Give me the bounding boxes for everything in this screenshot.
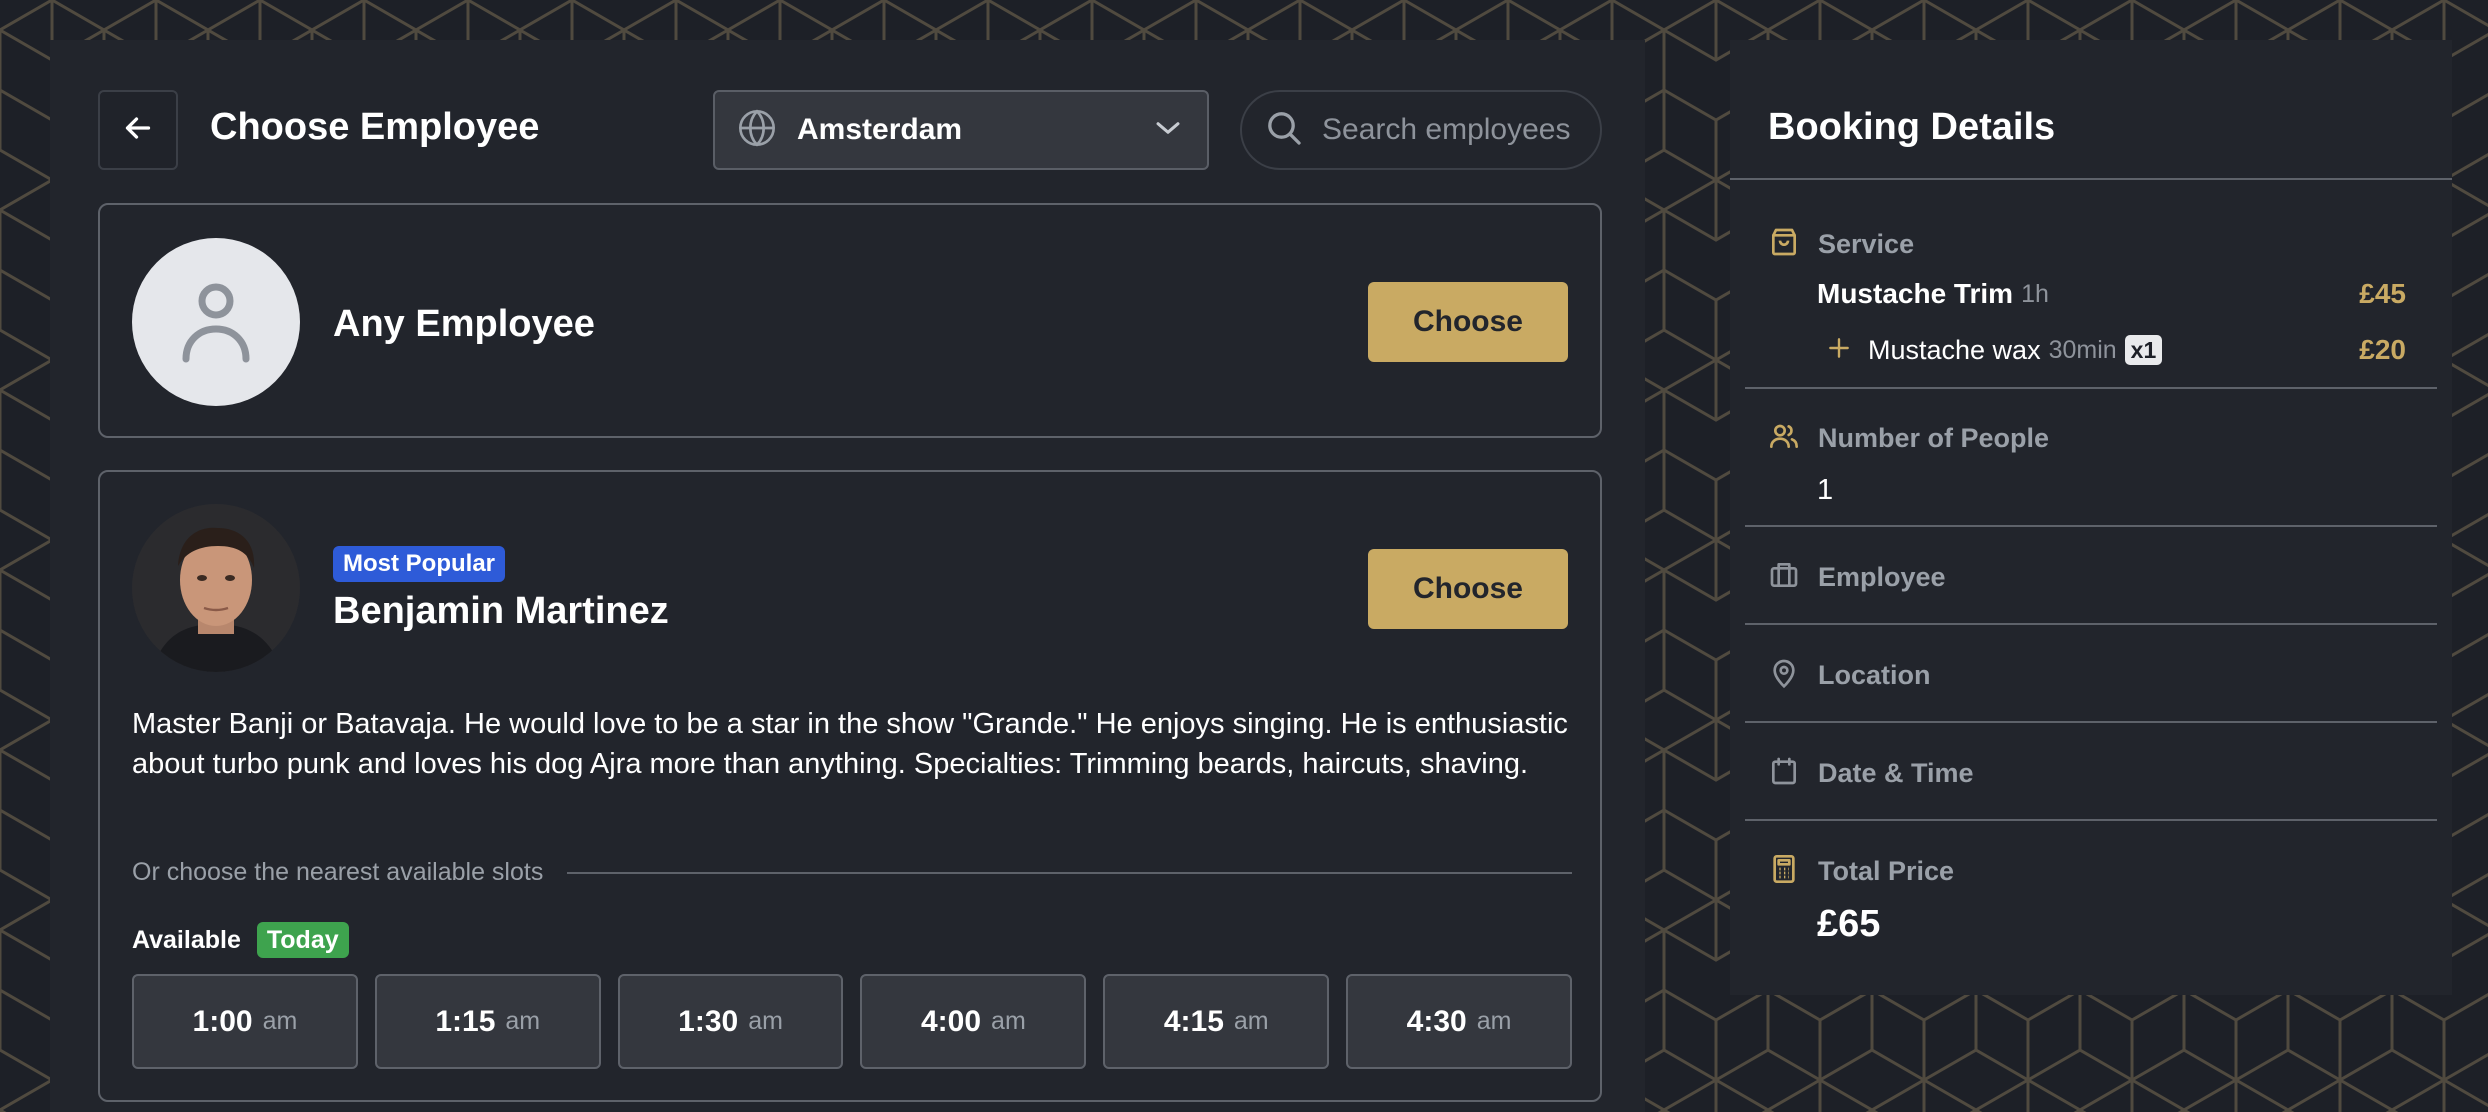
slot-time: 4:00: [921, 1004, 982, 1038]
avatar: [132, 238, 300, 406]
user-icon: [176, 275, 256, 370]
most-popular-badge: Most Popular: [333, 546, 506, 582]
addon-duration: 30min: [2048, 335, 2117, 364]
datetime-section-header: Date & Time: [1768, 755, 1974, 792]
booking-details-panel: Booking Details Service Mustache Trim 1h…: [1730, 40, 2452, 995]
service-section-header: Service: [1768, 226, 1914, 263]
time-slots: 1:00 am 1:15 am 1:30 am 4:00 am 4:15 am 4:30 a…: [132, 974, 1572, 1069]
slot-period: am: [748, 1007, 783, 1035]
time-slot[interactable]: 1:30 am: [617, 974, 844, 1069]
total-label: Total Price: [1818, 856, 1955, 886]
back-button[interactable]: [98, 90, 178, 170]
location-label: Location: [1818, 660, 1931, 690]
service-label: Service: [1818, 229, 1915, 259]
addon-price: £20: [2359, 334, 2406, 365]
calendar-icon: [1768, 755, 1800, 792]
booking-title: Booking Details: [1768, 106, 2056, 148]
time-slot[interactable]: 4:00 am: [860, 974, 1087, 1069]
chevron-down-icon: [1151, 111, 1185, 150]
slot-period: am: [505, 1007, 541, 1035]
choose-employee-button[interactable]: Choose: [1368, 549, 1568, 629]
slot-time: 1:15: [435, 1004, 496, 1038]
employee-name: Benjamin Martinez: [333, 590, 669, 632]
addon-quantity-badge: x1: [2124, 335, 2163, 365]
choose-employee-panel: Choose Employee Amsterdam Any Employee C…: [50, 40, 1645, 1112]
slot-time: 4:15: [1163, 1004, 1224, 1038]
search-input[interactable]: [1322, 113, 1592, 147]
slot-time: 4:30: [1406, 1004, 1467, 1038]
service-item: Mustache Trim 1h £45: [1817, 278, 2406, 310]
slots-divider: Or choose the nearest available slots: [132, 858, 1572, 887]
choose-any-employee-button[interactable]: Choose: [1368, 282, 1568, 362]
arrow-left-icon: [120, 110, 156, 151]
briefcase-icon: [1768, 559, 1800, 596]
calculator-icon: [1768, 853, 1800, 890]
total-section-header: Total Price: [1768, 853, 1954, 890]
location-section-header: Location: [1768, 657, 1931, 694]
divider: [1745, 623, 2437, 625]
employee-section-header: Employee: [1768, 559, 1946, 596]
any-employee-card: Any Employee Choose: [98, 203, 1602, 438]
location-select-value: Amsterdam: [797, 113, 963, 146]
slot-period: am: [991, 1007, 1026, 1035]
time-slot[interactable]: 4:30 am: [1346, 974, 1572, 1069]
service-duration: 1h: [2021, 279, 2049, 308]
people-label: Number of People: [1818, 423, 2050, 453]
search-icon: [1264, 108, 1304, 153]
employee-photo: [132, 504, 300, 672]
location-select[interactable]: Amsterdam: [713, 90, 1209, 170]
availability-row: Available Today: [132, 922, 349, 958]
search-box: [1240, 90, 1602, 170]
people-section-header: Number of People: [1768, 420, 2049, 457]
time-slot[interactable]: 1:00 am: [132, 974, 358, 1069]
people-value: 1: [1817, 474, 1834, 506]
total-price: £65: [1817, 903, 1881, 945]
service-name: Mustache Trim: [1817, 278, 2014, 309]
page-title: Choose Employee: [210, 106, 540, 148]
service-price: £45: [2359, 278, 2406, 309]
today-badge: Today: [256, 922, 349, 958]
slot-period: am: [262, 1007, 298, 1035]
divider: [1745, 525, 2437, 527]
users-icon: [1768, 420, 1800, 457]
slot-time: 1:00: [192, 1004, 253, 1038]
divider: [1745, 721, 2437, 723]
addon-name: Mustache wax: [1868, 334, 2041, 365]
available-label: Available: [132, 925, 241, 954]
employee-card: Most Popular Benjamin Martinez Choose Ma…: [98, 470, 1602, 1102]
divider: [1745, 387, 2437, 389]
datetime-label: Date & Time: [1818, 758, 1974, 788]
addon-item: Mustache wax 30min x1 £20: [1826, 334, 2406, 366]
shopping-bag-icon: [1768, 226, 1800, 263]
divider-line: [567, 871, 1572, 874]
map-pin-icon: [1768, 657, 1800, 694]
any-employee-name: Any Employee: [333, 303, 595, 345]
time-slot[interactable]: 1:15 am: [374, 974, 601, 1069]
globe-icon: [737, 108, 777, 153]
divider: [1745, 819, 2437, 821]
slot-time: 1:30: [678, 1004, 739, 1038]
time-slot[interactable]: 4:15 am: [1103, 974, 1330, 1069]
employee-bio: Master Banji or Batavaja. He would love …: [132, 708, 1568, 780]
slot-period: am: [1233, 1007, 1269, 1035]
slots-hint: Or choose the nearest available slots: [132, 858, 544, 886]
divider: [1730, 178, 2452, 180]
employee-label: Employee: [1818, 562, 1946, 592]
slot-period: am: [1476, 1007, 1512, 1035]
plus-icon: [1826, 335, 1852, 366]
